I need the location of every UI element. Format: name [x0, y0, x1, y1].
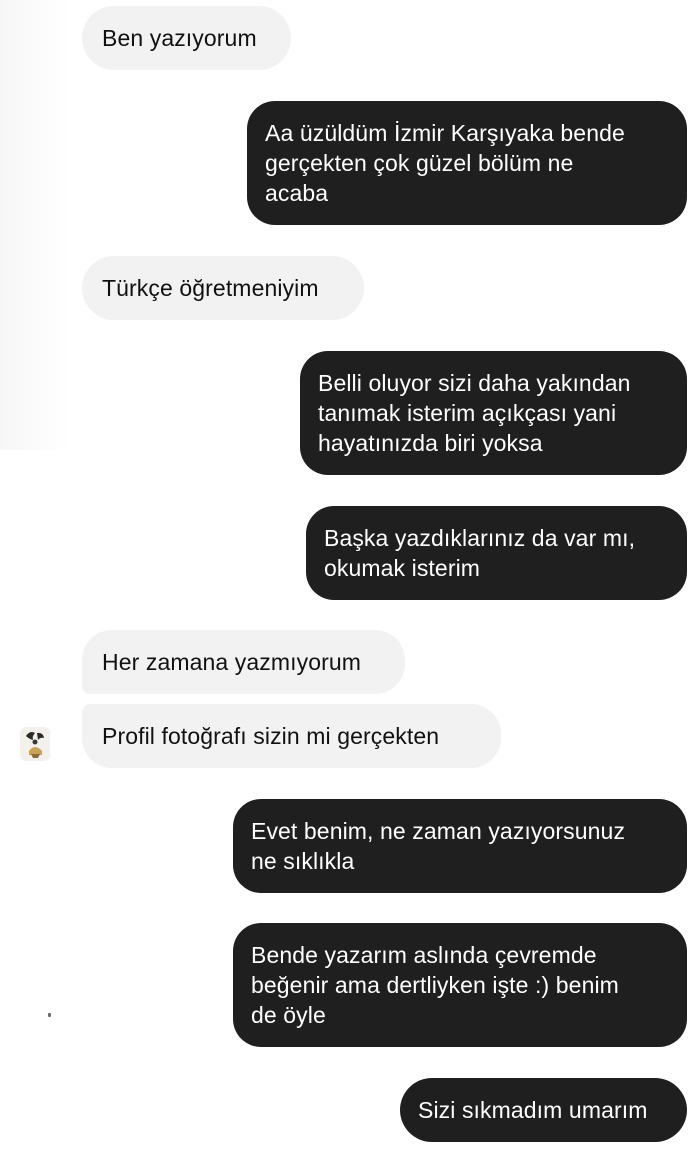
- contact-avatar[interactable]: [20, 727, 50, 761]
- image-artifact: [48, 1013, 51, 1017]
- message-bubble-sent[interactable]: Evet benim, ne zaman yazıyorsunuz ne sık…: [233, 799, 687, 893]
- message-bubble-sent[interactable]: Başka yazdıklarınız da var mı, okumak is…: [306, 506, 687, 600]
- message-bubble-received[interactable]: Her zamana yazmıyorum: [82, 630, 405, 694]
- message-bubble-received[interactable]: Türkçe öğretmeniyim: [82, 256, 364, 320]
- message-bubble-sent[interactable]: Aa üzüldüm İzmir Karşıyaka bende gerçekt…: [247, 101, 687, 225]
- message-thread[interactable]: Ben yazıyorum Aa üzüldüm İzmir Karşıyaka…: [0, 0, 690, 1158]
- message-bubble-received[interactable]: Ben yazıyorum: [82, 6, 291, 70]
- message-bubble-sent[interactable]: Sizi sıkmadım umarım: [400, 1078, 687, 1142]
- message-bubble-sent[interactable]: Belli oluyor sizi daha yakından tanımak …: [300, 351, 687, 475]
- profile-photo-icon: [20, 727, 50, 761]
- edge-shadow: [0, 0, 70, 450]
- message-bubble-sent[interactable]: Bende yazarım aslında çevremde beğenir a…: [233, 923, 687, 1047]
- message-bubble-received[interactable]: Profil fotoğrafı sizin mi gerçekten: [82, 704, 501, 768]
